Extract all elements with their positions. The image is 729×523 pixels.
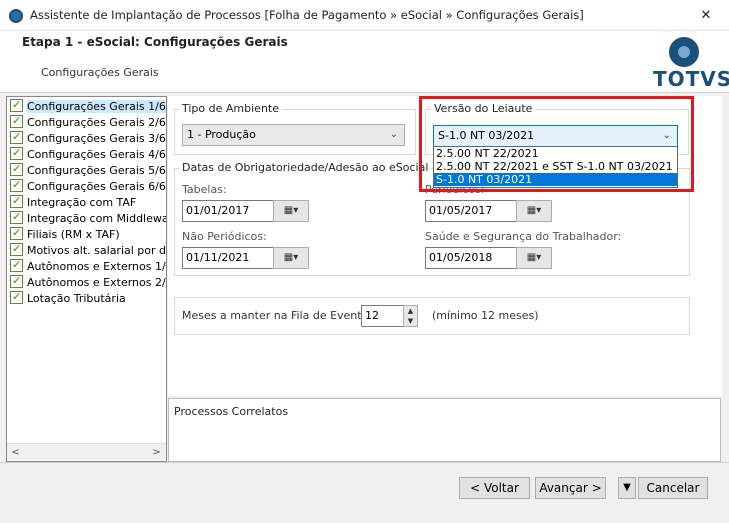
spinner-icon[interactable]: ▲ ▼: [403, 305, 418, 327]
totvs-logo-inner: [678, 46, 690, 58]
datas-title: Datas de Obrigatoriedade/Adesão ao eSoci…: [179, 161, 432, 174]
meses-label: Meses a manter na Fila de Eventos:: [182, 309, 378, 322]
checkbox-checked-icon: [10, 209, 23, 225]
list-item[interactable]: Integração com Middleware: [7, 209, 166, 227]
periodicos-date-input[interactable]: 01/05/2017: [425, 200, 517, 222]
calendar-icon[interactable]: ▦▾: [273, 200, 309, 222]
checkbox-checked-icon: [10, 225, 23, 241]
close-icon[interactable]: ✕: [694, 7, 718, 25]
divider: [0, 462, 729, 463]
processos-correlatos-panel: Processos Correlatos: [168, 398, 721, 462]
back-button[interactable]: < Voltar: [459, 477, 530, 499]
calendar-icon[interactable]: ▦▾: [273, 247, 309, 269]
horizontal-scrollbar[interactable]: < >: [7, 443, 166, 460]
list-item[interactable]: Configurações Gerais 2/6: [7, 113, 166, 131]
list-item[interactable]: Integração com TAF: [7, 193, 166, 211]
list-item[interactable]: Configurações Gerais 3/6: [7, 129, 166, 147]
checkbox-checked-icon: [10, 193, 23, 209]
list-item[interactable]: Autônomos e Externos 1/2: [7, 257, 166, 275]
step-title: Etapa 1 - eSocial: Configurações Gerais: [22, 35, 288, 49]
list-item[interactable]: Configurações Gerais 5/6: [7, 161, 166, 179]
list-item[interactable]: Autônomos e Externos 2/2: [7, 273, 166, 291]
logo-text: TOTVS: [653, 67, 729, 91]
processos-title: Processos Correlatos: [174, 405, 289, 418]
checkbox-checked-icon: [10, 241, 23, 257]
list-item[interactable]: Configurações Gerais 1/6: [7, 97, 166, 115]
checkbox-checked-icon: [10, 257, 23, 273]
checkbox-checked-icon: [10, 273, 23, 289]
checkbox-checked-icon: [10, 177, 23, 193]
list-item[interactable]: Motivos alt. salarial por diss: [7, 241, 166, 259]
list-item[interactable]: Configurações Gerais 4/6: [7, 145, 166, 163]
meses-hint: (mínimo 12 meses): [432, 309, 539, 322]
step-subtitle: Configurações Gerais: [41, 66, 159, 79]
nao-periodicos-date-input[interactable]: 01/11/2021: [182, 247, 274, 269]
calendar-icon[interactable]: ▦▾: [516, 200, 552, 222]
app-icon: [9, 9, 23, 23]
steps-list[interactable]: Configurações Gerais 1/6 Configurações G…: [6, 96, 167, 462]
tabelas-label: Tabelas:: [182, 183, 227, 196]
meses-input[interactable]: 12: [361, 305, 405, 327]
chevron-down-icon: ⌄: [389, 129, 398, 140]
scroll-left-icon[interactable]: <: [7, 444, 24, 461]
list-item[interactable]: Lotação Tributária: [7, 289, 166, 307]
calendar-icon[interactable]: ▦▾: [516, 247, 552, 269]
cancel-button[interactable]: Cancelar: [638, 477, 708, 499]
checkbox-checked-icon: [10, 113, 23, 129]
sst-date-input[interactable]: 01/05/2018: [425, 247, 517, 269]
highlight-box: [419, 96, 694, 192]
next-button[interactable]: Avançar >: [535, 477, 606, 499]
tipo-ambiente-title: Tipo de Ambiente: [179, 102, 282, 115]
list-item[interactable]: Filiais (RM x TAF): [7, 225, 166, 243]
checkbox-checked-icon: [10, 97, 23, 113]
tipo-ambiente-value: 1 - Produção: [187, 128, 256, 141]
checkbox-checked-icon: [10, 145, 23, 161]
scroll-right-icon[interactable]: >: [148, 444, 165, 461]
window-title: Assistente de Implantação de Processos […: [30, 8, 584, 22]
list-item[interactable]: Configurações Gerais 6/6: [7, 177, 166, 195]
tabelas-date-input[interactable]: 01/01/2017: [182, 200, 274, 222]
checkbox-checked-icon: [10, 289, 23, 305]
sst-label: Saúde e Segurança do Trabalhador:: [425, 230, 622, 243]
menu-dropdown-icon[interactable]: ▼: [618, 477, 636, 499]
nao-periodicos-label: Não Periódicos:: [182, 230, 267, 243]
checkbox-checked-icon: [10, 129, 23, 145]
tipo-ambiente-select[interactable]: 1 - Produção ⌄: [182, 124, 405, 146]
checkbox-checked-icon: [10, 161, 23, 177]
